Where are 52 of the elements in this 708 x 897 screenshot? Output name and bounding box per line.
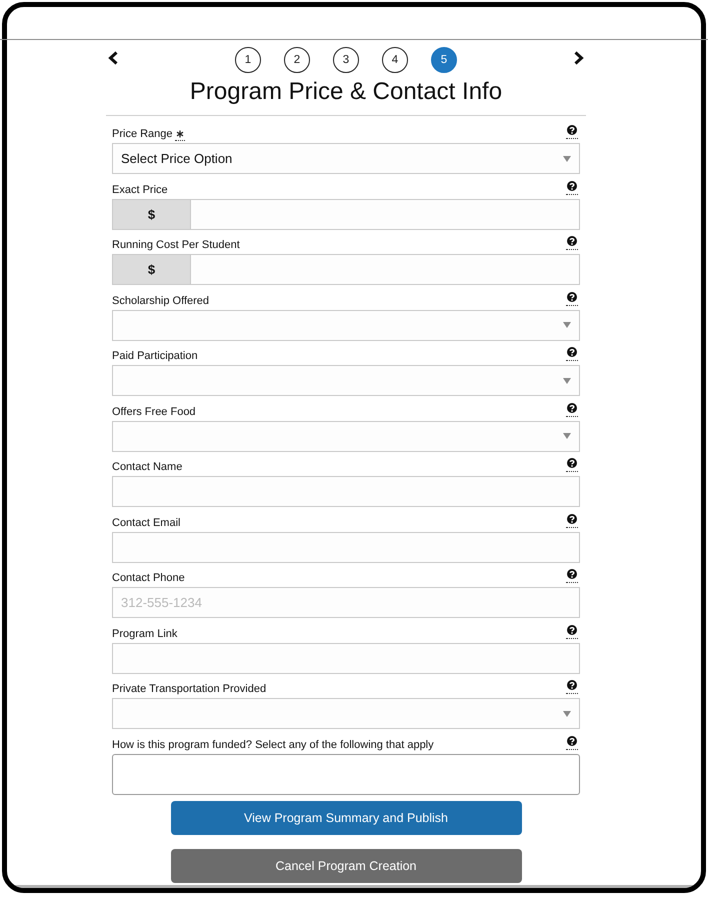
help-icon[interactable] <box>566 236 578 250</box>
dropdown-field[interactable] <box>112 365 580 396</box>
field-label: Program Link <box>112 626 178 640</box>
text-input[interactable]: 312-555-1234 <box>112 587 580 618</box>
publish-button[interactable]: View Program Summary and Publish <box>170 801 522 835</box>
field-label: Exact Price <box>112 182 168 196</box>
dropdown-field[interactable] <box>112 310 580 340</box>
price-input[interactable] <box>190 254 580 285</box>
help-icon[interactable] <box>566 292 578 306</box>
caret-icon <box>563 378 571 384</box>
field-label: Contact Phone <box>112 571 185 585</box>
text-input[interactable] <box>112 642 580 674</box>
help-icon[interactable] <box>566 624 578 638</box>
dropdown-field[interactable] <box>112 698 580 729</box>
field-label: Contact Name <box>112 460 182 474</box>
caret-icon <box>563 322 571 328</box>
step-button[interactable]: 2 <box>284 47 310 73</box>
field-label: Offers Free Food <box>112 404 196 418</box>
help-icon[interactable] <box>566 402 578 416</box>
help-icon[interactable] <box>566 736 578 750</box>
field-label: Contact Email <box>112 516 180 530</box>
help-icon[interactable] <box>566 180 578 194</box>
step-button[interactable]: 3 <box>333 47 359 73</box>
text-input[interactable] <box>112 476 580 507</box>
field-label: Scholarship Offered <box>112 294 210 308</box>
step-button[interactable]: 4 <box>382 47 408 73</box>
field-label: Price Range <box>112 127 173 141</box>
dropdown-field[interactable]: Select Price Option <box>112 143 580 174</box>
help-icon[interactable] <box>566 514 578 528</box>
price-input[interactable] <box>190 198 580 230</box>
left-chevron-icon[interactable] <box>107 51 119 65</box>
field-label: Running Cost Per Student <box>112 238 240 252</box>
field-label: Paid Participation <box>112 349 198 363</box>
help-icon[interactable] <box>566 458 578 472</box>
currency-addon: $ <box>112 254 190 285</box>
field-label: How is this program funded? Select any of the following that apply <box>112 738 434 752</box>
cancel-button[interactable]: Cancel Program Creation <box>170 849 522 883</box>
step-button[interactable]: 1 <box>235 47 261 73</box>
caret-icon <box>563 433 571 439</box>
help-icon[interactable] <box>566 125 578 139</box>
caret-icon <box>563 710 571 716</box>
help-icon[interactable] <box>566 347 578 361</box>
help-icon[interactable] <box>566 680 578 694</box>
step-button[interactable]: 5 <box>431 47 457 73</box>
field-label: Private Transportation Provided <box>112 682 266 696</box>
text-input[interactable] <box>112 532 580 562</box>
right-chevron-icon[interactable] <box>573 51 585 65</box>
page-title: Program Price & Contact Info <box>188 78 504 106</box>
help-icon[interactable] <box>566 569 578 583</box>
caret-icon <box>563 156 571 162</box>
dropdown-field[interactable] <box>112 420 580 452</box>
currency-addon: $ <box>112 198 190 230</box>
